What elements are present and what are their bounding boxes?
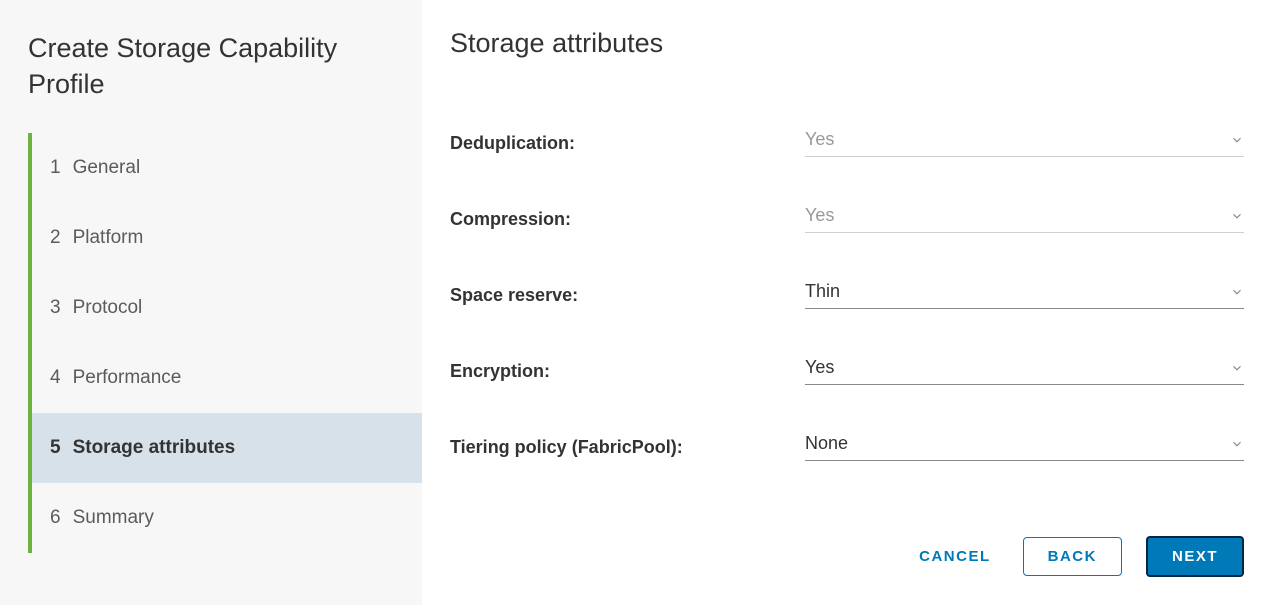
form-row-encryption: Encryption: Yes [450, 357, 1244, 385]
step-num: 4 [50, 367, 61, 389]
wizard-title: Create Storage Capability Profile [0, 30, 422, 133]
select-value: Thin [805, 281, 840, 302]
form-row-tiering: Tiering policy (FabricPool): None [450, 433, 1244, 461]
step-protocol[interactable]: 3 Protocol [32, 273, 422, 343]
encryption-label: Encryption: [450, 361, 805, 382]
chevron-down-icon [1230, 133, 1244, 147]
wizard-sidebar: Create Storage Capability Profile 1 Gene… [0, 0, 422, 605]
wizard-steps: 1 General 2 Platform 3 Protocol 4 Perfor… [28, 133, 422, 553]
step-general[interactable]: 1 General [32, 133, 422, 203]
form-row-space-reserve: Space reserve: Thin [450, 281, 1244, 309]
deduplication-label: Deduplication: [450, 133, 805, 154]
step-summary[interactable]: 6 Summary [32, 483, 422, 553]
chevron-down-icon [1230, 437, 1244, 451]
page-title: Storage attributes [450, 28, 1244, 59]
main-panel: Storage attributes Deduplication: Yes Co… [422, 0, 1280, 605]
tiering-select[interactable]: None [805, 433, 1244, 461]
next-button[interactable]: NEXT [1146, 536, 1244, 577]
step-storage-attributes[interactable]: 5 Storage attributes [32, 413, 422, 483]
cancel-button[interactable]: CANCEL [911, 548, 999, 565]
step-label: Summary [73, 507, 154, 529]
step-label: General [73, 157, 141, 179]
step-platform[interactable]: 2 Platform [32, 203, 422, 273]
wizard-footer: CANCEL BACK NEXT [450, 536, 1244, 605]
step-num: 2 [50, 227, 61, 249]
space-reserve-label: Space reserve: [450, 285, 805, 306]
form-row-compression: Compression: Yes [450, 205, 1244, 233]
step-label: Platform [73, 227, 144, 249]
form: Deduplication: Yes Compression: Yes Spac… [450, 129, 1244, 536]
space-reserve-select[interactable]: Thin [805, 281, 1244, 309]
select-value: Yes [805, 129, 834, 150]
select-value: Yes [805, 357, 834, 378]
step-performance[interactable]: 4 Performance [32, 343, 422, 413]
chevron-down-icon [1230, 361, 1244, 375]
chevron-down-icon [1230, 285, 1244, 299]
compression-select[interactable]: Yes [805, 205, 1244, 233]
step-label: Storage attributes [73, 437, 236, 459]
deduplication-select[interactable]: Yes [805, 129, 1244, 157]
step-num: 1 [50, 157, 61, 179]
step-label: Performance [73, 367, 182, 389]
step-num: 5 [50, 437, 61, 459]
step-label: Protocol [73, 297, 143, 319]
select-value: None [805, 433, 848, 454]
select-value: Yes [805, 205, 834, 226]
form-row-deduplication: Deduplication: Yes [450, 129, 1244, 157]
tiering-label: Tiering policy (FabricPool): [450, 437, 805, 458]
encryption-select[interactable]: Yes [805, 357, 1244, 385]
step-num: 3 [50, 297, 61, 319]
back-button[interactable]: BACK [1023, 537, 1122, 576]
step-num: 6 [50, 507, 61, 529]
compression-label: Compression: [450, 209, 805, 230]
chevron-down-icon [1230, 209, 1244, 223]
